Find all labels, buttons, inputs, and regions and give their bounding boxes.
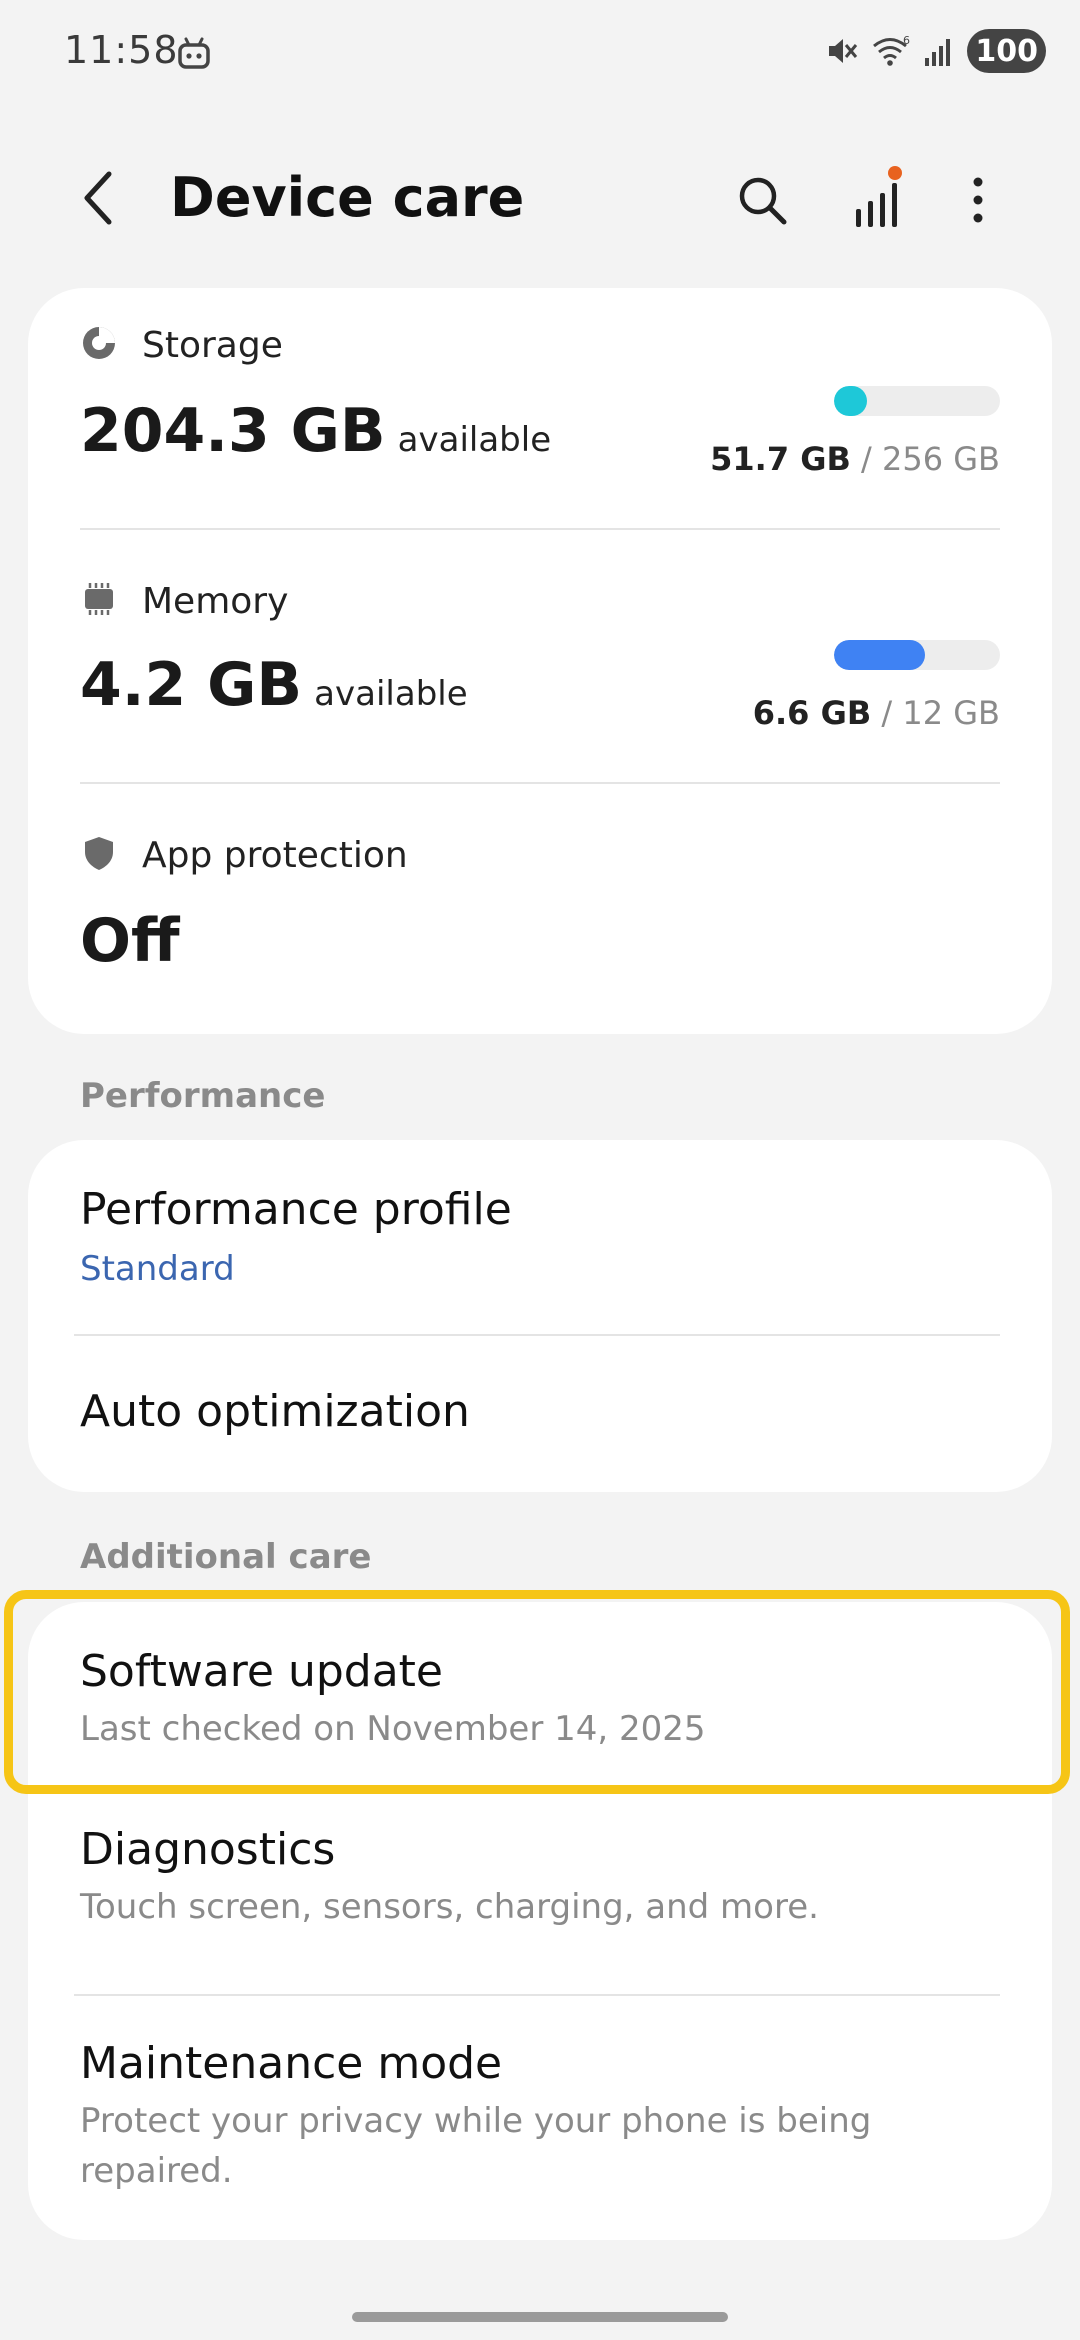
back-arrow-icon [79, 168, 119, 232]
performance-card: Performance profile Standard Auto optimi… [28, 1140, 1052, 1492]
navigation-handle[interactable] [352, 2312, 728, 2322]
notification-dot [888, 166, 902, 180]
memory-chip-icon [80, 580, 118, 622]
status-bar: 11:58 6 100 [0, 0, 1080, 100]
software-update-title: Software update [80, 1646, 443, 1697]
wifi-icon: 6 [871, 34, 911, 68]
battery-indicator: 100 [967, 29, 1046, 73]
memory-available-suffix: available [314, 674, 468, 714]
memory-total: 12 GB [902, 694, 1000, 732]
device-status-card: Storage 204.3 GB available 51.7 GB / 256… [28, 288, 1052, 1034]
storage-usage-bar [834, 386, 1000, 416]
memory-label: Memory [142, 580, 289, 622]
memory-row[interactable]: Memory 4.2 GB available 6.6 GB / 12 GB [28, 530, 1052, 782]
auto-optimization-row[interactable]: Auto optimization [28, 1336, 1052, 1492]
back-button[interactable] [64, 160, 134, 240]
bar-chart-icon [848, 165, 908, 239]
memory-available: 4.2 GB available [80, 650, 468, 720]
maintenance-mode-subtitle: Protect your privacy while your phone is… [80, 2101, 872, 2191]
memory-label-row: Memory [80, 580, 288, 622]
performance-profile-value: Standard [80, 1249, 235, 1289]
memory-usage-fill [834, 640, 926, 670]
app-protection-label: App protection [142, 834, 408, 876]
storage-usage-fill [834, 386, 868, 416]
app-protection-status: Off [80, 906, 180, 976]
performance-section-header: Performance [80, 1076, 326, 1116]
diagnostics-title: Diagnostics [80, 1824, 336, 1875]
app-protection-label-row: App protection [80, 834, 408, 876]
memory-usage-bar [834, 640, 1000, 670]
storage-row[interactable]: Storage 204.3 GB available 51.7 GB / 256… [28, 288, 1052, 528]
performance-profile-title: Performance profile [80, 1184, 512, 1235]
storage-available-value: 204.3 GB [80, 396, 386, 466]
storage-label: Storage [142, 324, 283, 366]
shield-icon [80, 834, 118, 876]
more-options-button[interactable] [938, 162, 1018, 242]
software-update-row[interactable]: Software update Last checked on November… [28, 1602, 1052, 1782]
maintenance-mode-row[interactable]: Maintenance mode Protect your privacy wh… [28, 1996, 1052, 2240]
status-time: 11:58 [64, 28, 179, 72]
storage-used: 51.7 GB [710, 440, 851, 478]
memory-used: 6.6 GB [752, 694, 872, 732]
performance-profile-row[interactable]: Performance profile Standard [28, 1140, 1052, 1332]
additional-care-section-header: Additional care [80, 1537, 372, 1577]
app-protection-value: Off [80, 906, 180, 976]
memory-usage-text: 6.6 GB / 12 GB [753, 694, 1000, 732]
memory-separator: / [871, 694, 903, 732]
storage-separator: / [850, 440, 882, 478]
memory-available-value: 4.2 GB [80, 650, 303, 720]
maintenance-mode-title: Maintenance mode [80, 2038, 503, 2089]
search-button[interactable] [722, 162, 802, 242]
reports-button[interactable] [838, 162, 918, 242]
more-options-icon [968, 170, 988, 234]
robot-icon [176, 36, 212, 72]
app-protection-row[interactable]: App protection Off [28, 784, 1052, 1034]
storage-usage-text: 51.7 GB / 256 GB [710, 440, 1000, 478]
storage-available-suffix: available [397, 420, 552, 460]
storage-pie-icon [80, 324, 118, 366]
auto-optimization-title: Auto optimization [80, 1386, 470, 1437]
page-title: Device care [170, 166, 525, 229]
storage-total: 256 GB [882, 440, 1000, 478]
diagnostics-subtitle: Touch screen, sensors, charging, and mor… [80, 1887, 819, 1927]
additional-care-card: Software update Last checked on November… [28, 1602, 1052, 2240]
diagnostics-row[interactable]: Diagnostics Touch screen, sensors, charg… [28, 1782, 1052, 1996]
software-update-subtitle: Last checked on November 14, 2025 [80, 1709, 706, 1749]
mute-icon [825, 34, 859, 68]
storage-label-row: Storage [80, 324, 283, 366]
search-icon [734, 172, 790, 232]
status-icons: 6 100 [825, 28, 1046, 74]
storage-available: 204.3 GB available [80, 396, 551, 466]
app-bar: Device care [0, 140, 1080, 260]
svg-text:6: 6 [903, 34, 910, 47]
signal-icon [923, 34, 955, 68]
